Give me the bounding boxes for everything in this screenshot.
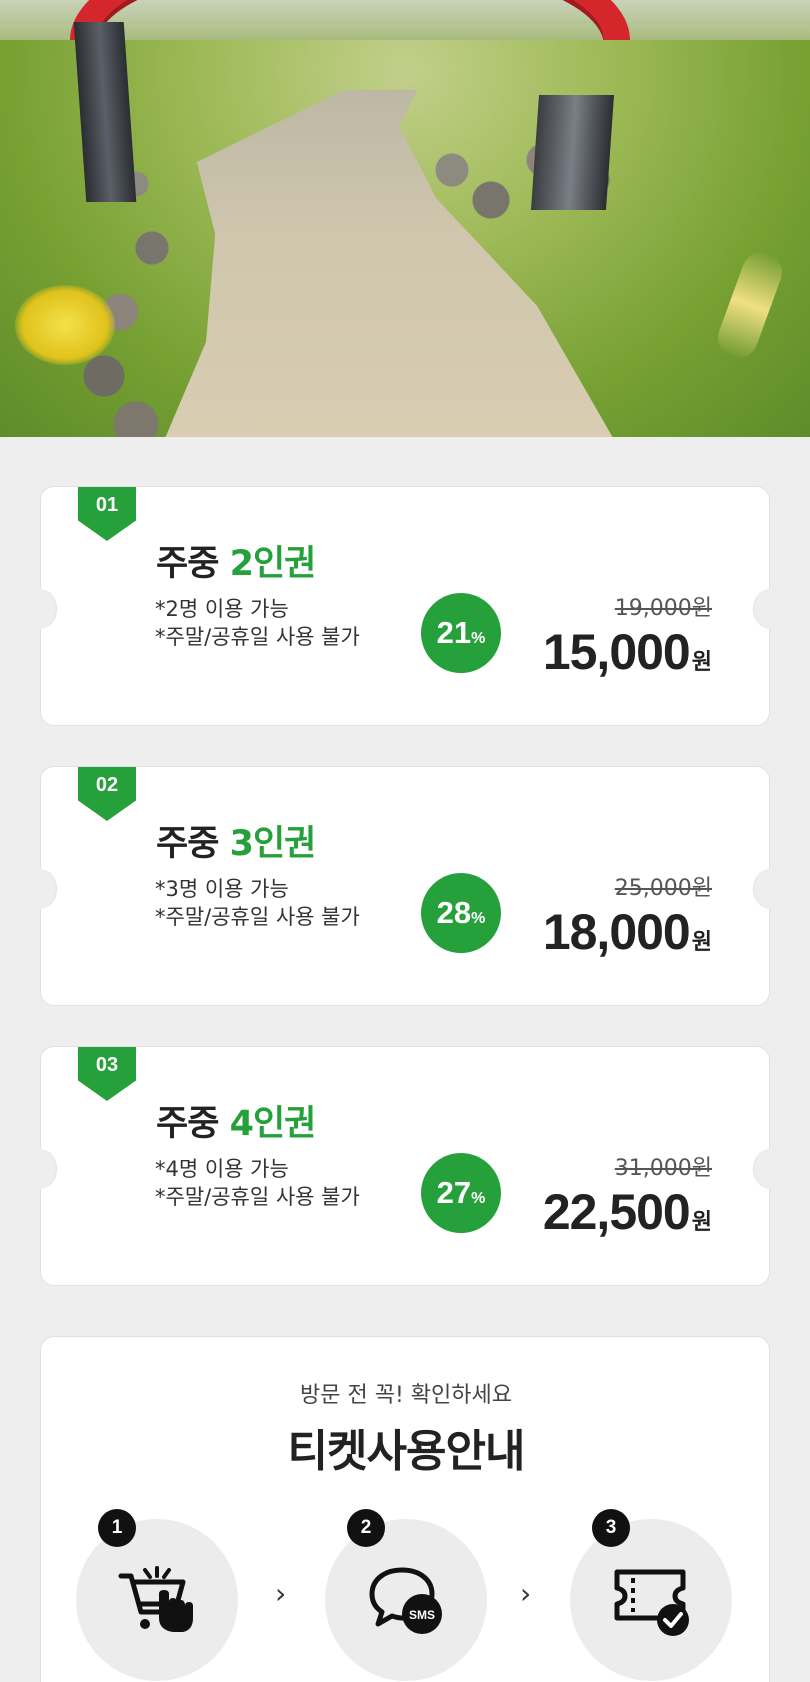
ticket-title: 주중 4인권 [156, 1104, 316, 1144]
step-2: 2 SMS [325, 1509, 487, 1681]
step-number: 2 [347, 1509, 385, 1547]
sale-price: 18,000원 [542, 904, 712, 960]
original-price: 19,000원 [614, 596, 712, 621]
guide-subtitle: 방문 전 꼭! 확인하세요 [300, 1383, 512, 1408]
ticket-number-badge: 03 [78, 1047, 136, 1101]
discount-badge: 28% [421, 873, 501, 953]
ticket-check-icon [614, 1569, 689, 1636]
ticket-title: 주중 3인권 [156, 824, 316, 864]
ticket-number-badge: 01 [78, 487, 136, 541]
step-1: 1 [76, 1509, 238, 1681]
discount-badge: 21% [421, 593, 501, 673]
step-arrow: › [275, 1577, 287, 1610]
ticket-usage-guide: 방문 전 꼭! 확인하세요 티켓사용안내 1 › 2 SMS › 3 [40, 1336, 770, 1682]
sale-price: 22,500원 [542, 1184, 712, 1240]
ticket-card-3[interactable]: 03 주중 4인권 *4명 이용 가능 *주말/공휴일 사용 불가 27% 31,… [23, 1046, 787, 1286]
guide-title: 티켓사용안내 [287, 1426, 526, 1477]
ticket-card-2[interactable]: 02 주중 3인권 *3명 이용 가능 *주말/공휴일 사용 불가 28% 25,… [23, 766, 787, 1006]
original-price: 31,000원 [614, 1156, 712, 1181]
ticket-description: *3명 이용 가능 *주말/공휴일 사용 불가 [155, 877, 360, 929]
step-number: 3 [592, 1509, 630, 1547]
cart-click-icon [118, 1566, 193, 1632]
sale-price: 15,000원 [542, 624, 712, 680]
sms-label: SMS [409, 1608, 435, 1622]
ticket-number-badge: 02 [78, 767, 136, 821]
ticket-title: 주중 2인권 [156, 544, 316, 584]
step-arrow: › [520, 1577, 532, 1610]
original-price: 25,000원 [614, 876, 712, 901]
ticket-description: *4명 이용 가능 *주말/공휴일 사용 불가 [155, 1157, 360, 1209]
step-number: 1 [98, 1509, 136, 1547]
sms-chat-icon: SMS [369, 1567, 442, 1634]
hero-image [0, 0, 810, 437]
ticket-description: *2명 이용 가능 *주말/공휴일 사용 불가 [155, 597, 360, 649]
ticket-card-1[interactable]: 01 주중 2인권 *2명 이용 가능 *주말/공휴일 사용 불가 21% 19,… [23, 486, 787, 726]
step-3: 3 [570, 1509, 732, 1681]
discount-badge: 27% [421, 1153, 501, 1233]
